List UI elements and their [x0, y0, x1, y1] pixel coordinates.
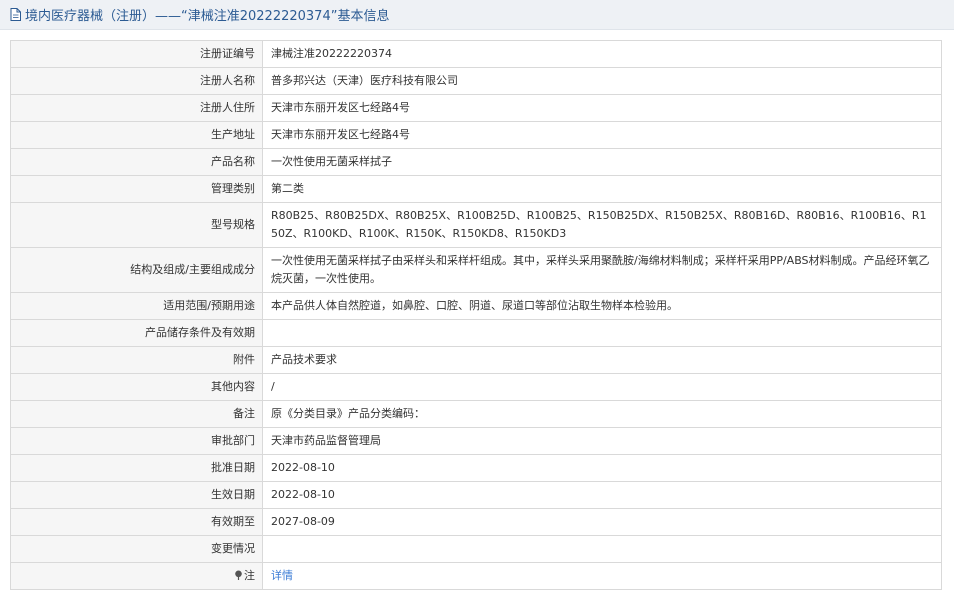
row-value: 产品技术要求 — [262, 346, 942, 374]
row-value: 天津市东丽开发区七经路4号 — [262, 121, 942, 149]
table-row: 有效期至 2027-08-09 — [10, 508, 942, 536]
row-label: 批准日期 — [10, 454, 263, 482]
row-value: 普多邦兴达（天津）医疗科技有限公司 — [262, 67, 942, 95]
table-row: 注册人住所 天津市东丽开发区七经路4号 — [10, 94, 942, 122]
row-label: 附件 — [10, 346, 263, 374]
table-row: 附件 产品技术要求 — [10, 346, 942, 374]
row-label: 产品储存条件及有效期 — [10, 319, 263, 347]
table-row: 生产地址 天津市东丽开发区七经路4号 — [10, 121, 942, 149]
row-label: 注册证编号 — [10, 40, 263, 68]
table-row: 管理类别 第二类 — [10, 175, 942, 203]
table-row: 批准日期 2022-08-10 — [10, 454, 942, 482]
row-label: 备注 — [10, 400, 263, 428]
row-value: 天津市东丽开发区七经路4号 — [262, 94, 942, 122]
row-value — [262, 535, 942, 563]
page-title: 境内医疗器械（注册）——“津械注准20222220374”基本信息 — [25, 9, 390, 24]
row-value: 2022-08-10 — [262, 454, 942, 482]
table-row: 产品名称 一次性使用无菌采样拭子 — [10, 148, 942, 176]
note-row: 注 详情 — [10, 562, 942, 590]
page-header: 境内医疗器械（注册）——“津械注准20222220374”基本信息 — [0, 0, 954, 30]
note-label: 注 — [10, 562, 263, 590]
row-value: 一次性使用无菌采样拭子 — [262, 148, 942, 176]
table-row: 适用范围/预期用途 本产品供人体自然腔道，如鼻腔、口腔、阴道、尿道口等部位沾取生… — [10, 292, 942, 320]
info-table: 注册证编号 津械注准20222220374 注册人名称 普多邦兴达（天津）医疗科… — [10, 40, 942, 590]
row-label: 审批部门 — [10, 427, 263, 455]
info-table-container: 注册证编号 津械注准20222220374 注册人名称 普多邦兴达（天津）医疗科… — [10, 40, 942, 590]
note-value: 详情 — [262, 562, 942, 590]
table-row: 备注 原《分类目录》产品分类编码： — [10, 400, 942, 428]
table-row: 结构及组成/主要组成成分 一次性使用无菌采样拭子由采样头和采样杆组成。其中，采样… — [10, 247, 942, 293]
row-value: 原《分类目录》产品分类编码： — [262, 400, 942, 428]
row-label: 产品名称 — [10, 148, 263, 176]
row-value: 津械注准20222220374 — [262, 40, 942, 68]
row-value: 第二类 — [262, 175, 942, 203]
table-row: 注册人名称 普多邦兴达（天津）医疗科技有限公司 — [10, 67, 942, 95]
row-value — [262, 319, 942, 347]
table-row: 审批部门 天津市药品监督管理局 — [10, 427, 942, 455]
row-label: 有效期至 — [10, 508, 263, 536]
row-label: 生产地址 — [10, 121, 263, 149]
note-label-text: 注 — [244, 568, 255, 582]
table-row: 产品储存条件及有效期 — [10, 319, 942, 347]
row-label: 结构及组成/主要组成成分 — [10, 247, 263, 293]
row-value: 2027-08-09 — [262, 508, 942, 536]
table-row: 型号规格 R80B25、R80B25DX、R80B25X、R100B25D、R1… — [10, 202, 942, 248]
row-label: 注册人名称 — [10, 67, 263, 95]
row-label: 注册人住所 — [10, 94, 263, 122]
row-label: 生效日期 — [10, 481, 263, 509]
table-row: 变更情况 — [10, 535, 942, 563]
row-label: 变更情况 — [10, 535, 263, 563]
row-value: 本产品供人体自然腔道，如鼻腔、口腔、阴道、尿道口等部位沾取生物样本检验用。 — [262, 292, 942, 320]
row-value: 一次性使用无菌采样拭子由采样头和采样杆组成。其中，采样头采用聚酰胺/海绵材料制成… — [262, 247, 942, 293]
row-value: / — [262, 373, 942, 401]
row-label: 管理类别 — [10, 175, 263, 203]
row-label: 型号规格 — [10, 202, 263, 248]
table-row: 其他内容 / — [10, 373, 942, 401]
row-label: 其他内容 — [10, 373, 263, 401]
row-value: 2022-08-10 — [262, 481, 942, 509]
document-icon — [8, 8, 22, 22]
row-value: 天津市药品监督管理局 — [262, 427, 942, 455]
table-row: 生效日期 2022-08-10 — [10, 481, 942, 509]
row-value: R80B25、R80B25DX、R80B25X、R100B25D、R100B25… — [262, 202, 942, 248]
row-label: 适用范围/预期用途 — [10, 292, 263, 320]
table-row: 注册证编号 津械注准20222220374 — [10, 40, 942, 68]
details-link[interactable]: 详情 — [271, 569, 293, 582]
pin-icon — [234, 568, 243, 586]
